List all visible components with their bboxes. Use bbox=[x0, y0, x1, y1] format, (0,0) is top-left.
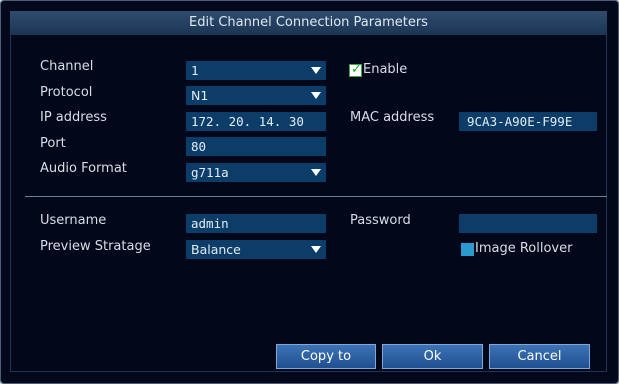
audio-format-value: g711a bbox=[191, 165, 229, 180]
cancel-button[interactable]: Cancel bbox=[489, 344, 590, 369]
channel-label: Channel bbox=[40, 59, 94, 74]
image-rollover-label: Image Rollover bbox=[475, 241, 573, 256]
dialog-title: Edit Channel Connection Parameters bbox=[10, 11, 607, 34]
username-input[interactable]: admin bbox=[186, 214, 326, 233]
enable-label: Enable bbox=[363, 62, 408, 77]
port-input[interactable]: 80 bbox=[186, 137, 326, 156]
edit-channel-dialog: Edit Channel Connection Parameters Chann… bbox=[0, 0, 619, 384]
ip-address-input[interactable]: 172. 20. 14. 30 bbox=[186, 112, 326, 131]
preview-strategy-label: Preview Stratage bbox=[40, 239, 151, 254]
preview-strategy-value: Balance bbox=[191, 242, 241, 257]
protocol-label: Protocol bbox=[40, 85, 93, 100]
chevron-down-icon bbox=[311, 169, 321, 176]
copy-to-button[interactable]: Copy to bbox=[276, 344, 376, 369]
chevron-down-icon bbox=[311, 67, 321, 74]
preview-strategy-select[interactable]: Balance bbox=[186, 240, 326, 259]
ok-button[interactable]: Ok bbox=[382, 344, 483, 369]
mac-address-field: 9CA3-A90E-F99E bbox=[459, 112, 597, 131]
audio-format-select[interactable]: g711a bbox=[186, 163, 326, 182]
channel-value: 1 bbox=[191, 63, 199, 78]
port-label: Port bbox=[40, 136, 66, 151]
dialog-body-frame bbox=[10, 34, 607, 372]
checkmark-icon: ✓ bbox=[351, 62, 362, 77]
section-divider bbox=[25, 196, 607, 197]
enable-checkbox[interactable]: ✓ bbox=[349, 62, 362, 77]
mac-address-label: MAC address bbox=[350, 110, 435, 125]
channel-select[interactable]: 1 bbox=[186, 61, 326, 80]
image-rollover-checkbox[interactable] bbox=[461, 243, 474, 256]
ip-address-label: IP address bbox=[40, 110, 107, 125]
password-label: Password bbox=[350, 213, 411, 228]
chevron-down-icon bbox=[311, 246, 321, 253]
chevron-down-icon bbox=[311, 92, 321, 99]
protocol-value: N1 bbox=[191, 88, 209, 103]
password-input[interactable] bbox=[459, 214, 597, 233]
protocol-select[interactable]: N1 bbox=[186, 86, 326, 105]
username-label: Username bbox=[40, 213, 107, 228]
audio-format-label: Audio Format bbox=[40, 161, 127, 176]
